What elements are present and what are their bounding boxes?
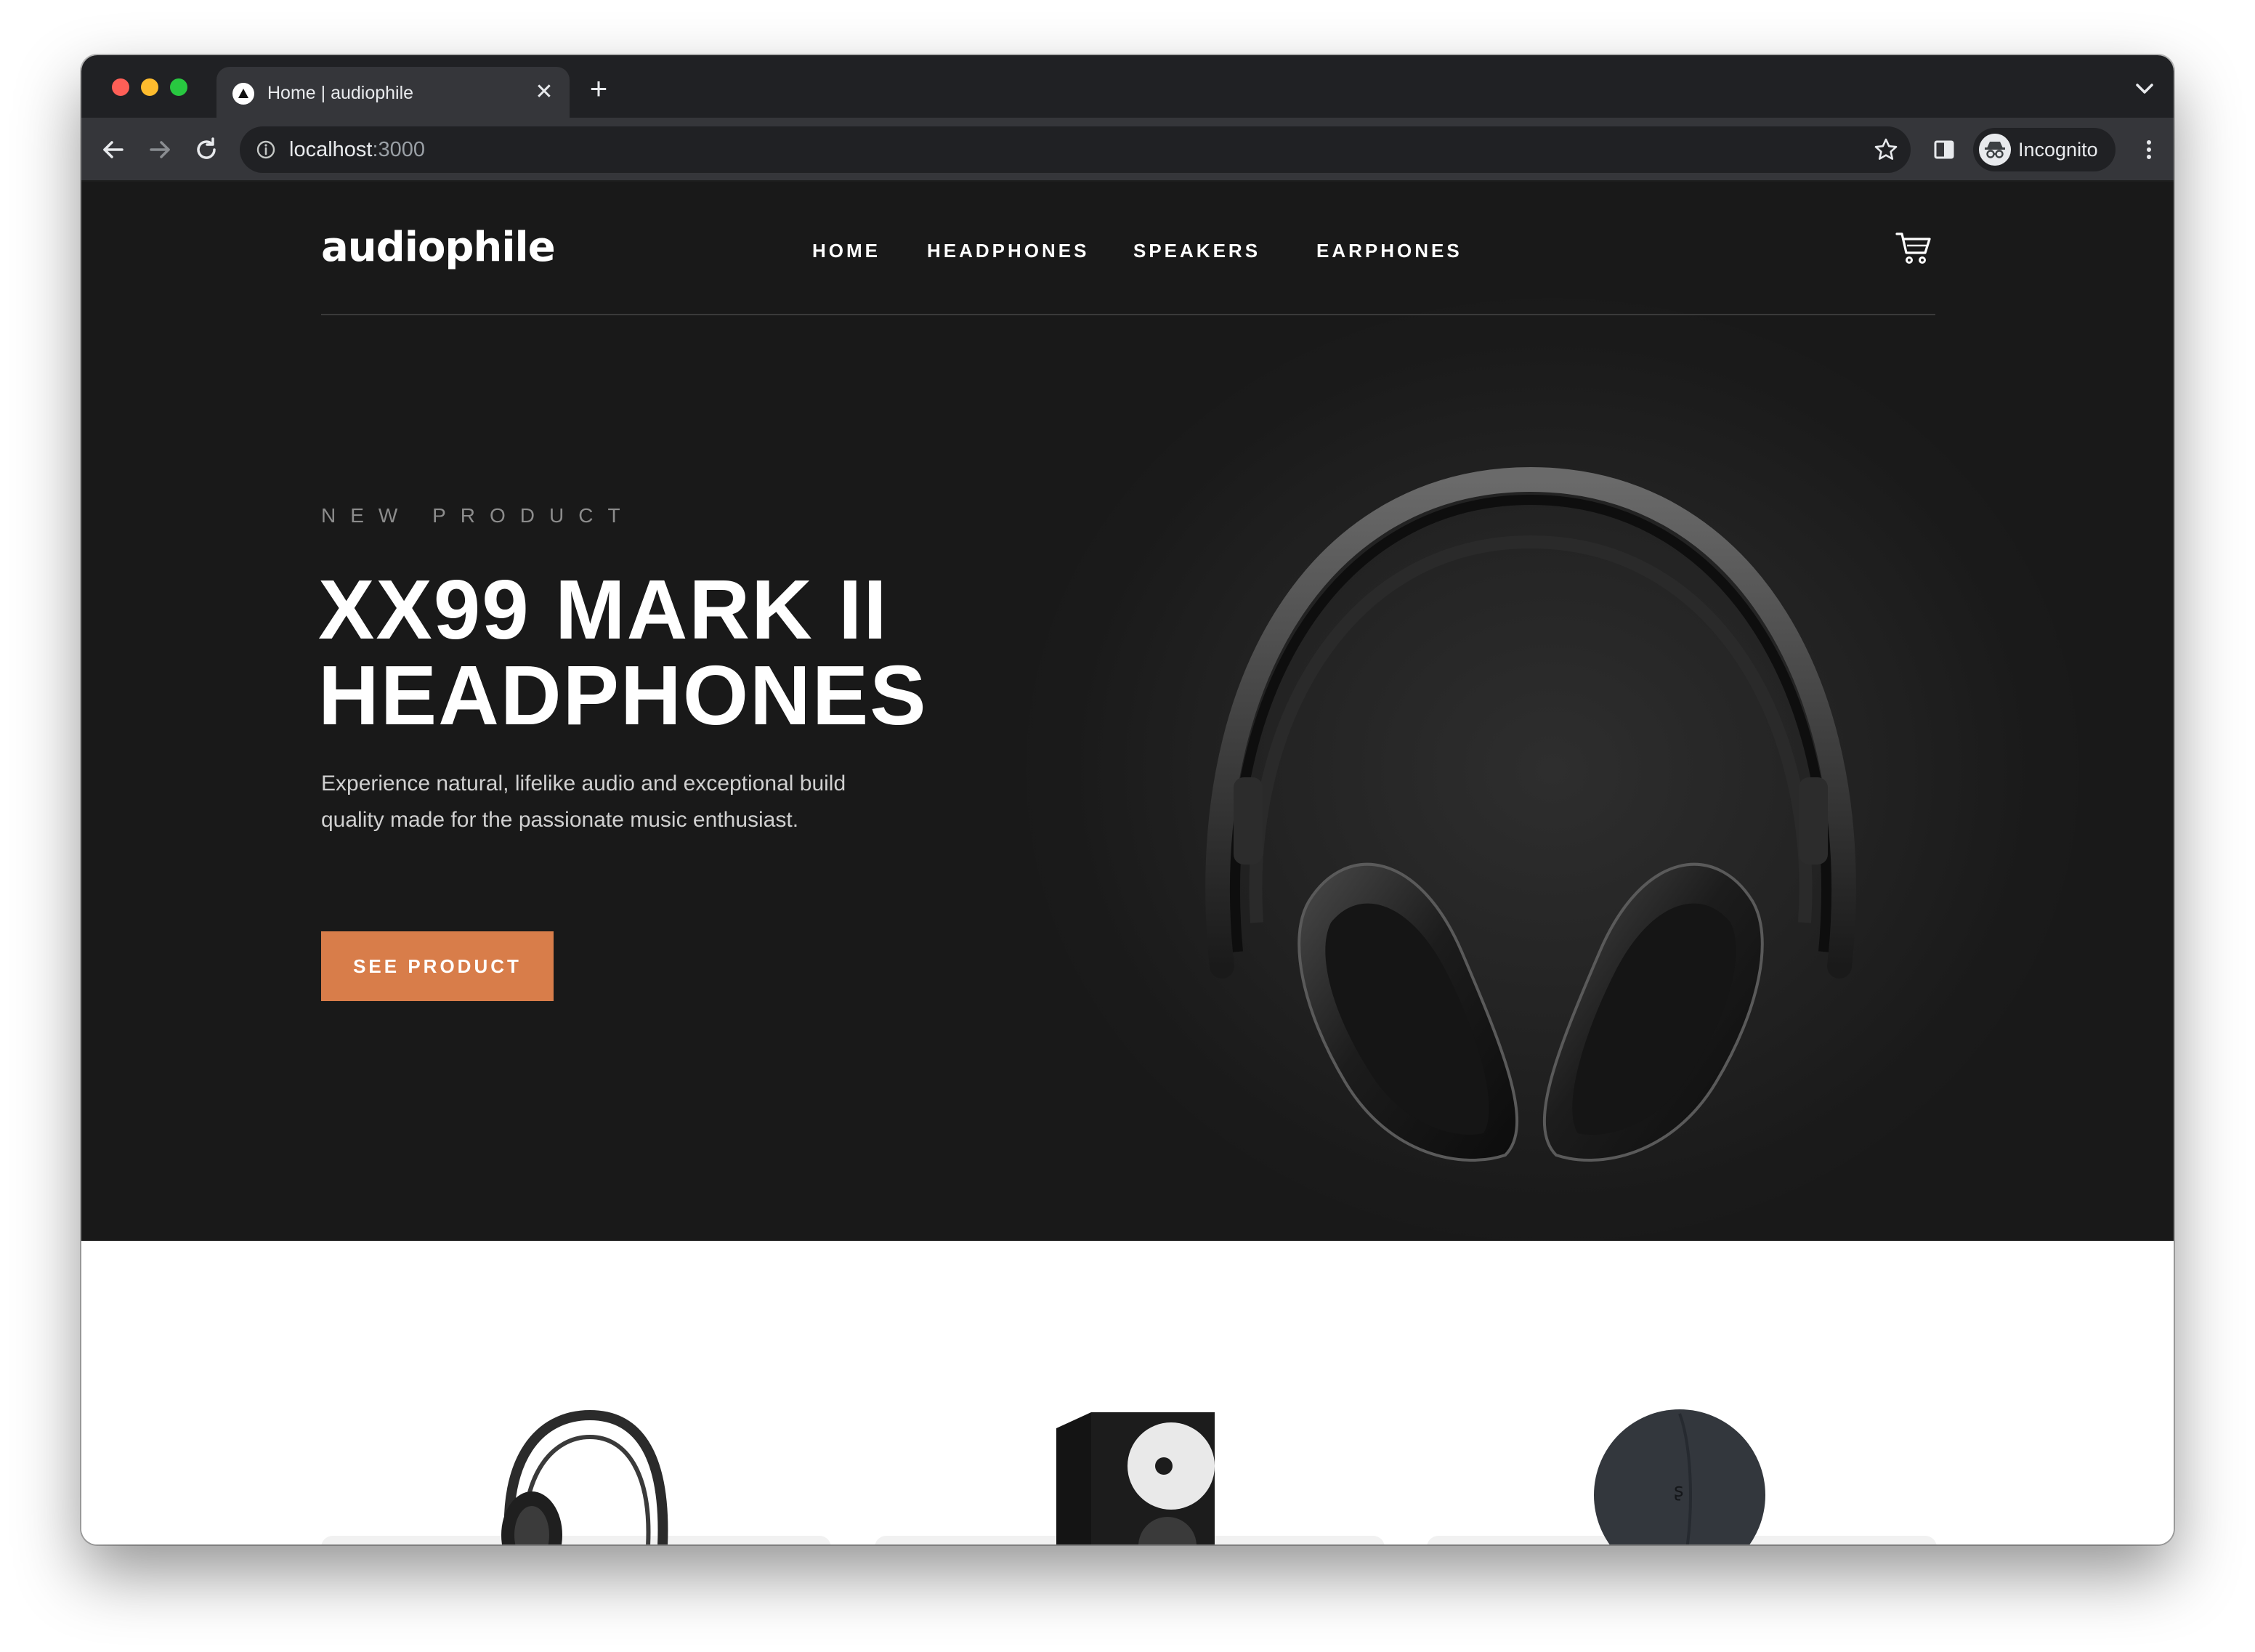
forward-arrow-icon[interactable] [142, 132, 177, 167]
tab-title: Home | audiophile [267, 83, 414, 103]
tab-strip: Home | audiophile ✕ + [81, 55, 2174, 118]
see-product-button[interactable]: SEE PRODUCT [321, 931, 554, 1001]
star-icon[interactable] [1871, 135, 1900, 164]
back-arrow-icon[interactable] [96, 132, 131, 167]
hero-title-line-2: Headphones [318, 648, 928, 742]
address-bar[interactable]: localhost:3000 [240, 126, 1911, 173]
close-window-button[interactable] [112, 78, 129, 96]
headphones-thumbnail-image [501, 1409, 668, 1544]
hero-title: XX99 Mark II Headphones [318, 567, 972, 738]
side-panel-icon[interactable] [1927, 132, 1962, 167]
url-port: :3000 [372, 138, 426, 161]
incognito-label: Incognito [2018, 139, 2098, 161]
speaker-thumbnail-image [1056, 1412, 1215, 1544]
tab-close-icon[interactable]: ✕ [530, 78, 558, 106]
reload-icon[interactable] [189, 132, 224, 167]
cart-icon[interactable] [1895, 230, 1932, 266]
hero-section: audiophile HOME HEADPHONES SPEAKERS EARP… [81, 182, 2174, 1241]
browser-tab[interactable]: Home | audiophile ✕ [216, 67, 570, 118]
web-page: audiophile HOME HEADPHONES SPEAKERS EARP… [81, 182, 2174, 1544]
browser-window: Home | audiophile ✕ + localhost:3000 Inc… [81, 55, 2174, 1544]
hero-title-line-1: XX99 Mark II [318, 562, 888, 657]
incognito-profile-button[interactable]: Incognito [1973, 128, 2116, 171]
nav-divider [321, 314, 1935, 315]
url-text[interactable]: localhost:3000 [289, 138, 425, 162]
tab-search-chevron-icon[interactable] [2130, 74, 2159, 103]
screenshot-stage: Home | audiophile ✕ + localhost:3000 Inc… [0, 0, 2255, 1652]
nav-headphones[interactable]: HEADPHONES [927, 240, 1089, 262]
nav-home[interactable]: HOME [812, 240, 880, 262]
headphones-hero-image [1205, 466, 1856, 1162]
svg-text:ʂ: ʂ [1674, 1480, 1684, 1502]
main-nav: HOME HEADPHONES SPEAKERS EARPHONES [81, 240, 2174, 269]
url-host: localhost [289, 138, 373, 161]
hero-overline: NEW PRODUCT [321, 504, 635, 527]
hero-description: Experience natural, lifelike audio and e… [321, 772, 846, 832]
new-tab-button[interactable]: + [583, 73, 615, 105]
maximize-window-button[interactable] [170, 78, 187, 96]
nav-earphones[interactable]: EARPHONES [1316, 240, 1462, 262]
nav-speakers[interactable]: SPEAKERS [1133, 240, 1260, 262]
categories-section: ʂ [81, 1241, 2174, 1544]
favicon-icon [232, 83, 254, 105]
browser-toolbar: localhost:3000 Incognito [81, 118, 2174, 182]
earphones-case-thumbnail-image: ʂ [1594, 1409, 1765, 1544]
incognito-icon [1979, 134, 2011, 166]
minimize-window-button[interactable] [141, 78, 158, 96]
more-menu-icon[interactable] [2131, 132, 2166, 167]
info-icon[interactable] [256, 139, 276, 160]
